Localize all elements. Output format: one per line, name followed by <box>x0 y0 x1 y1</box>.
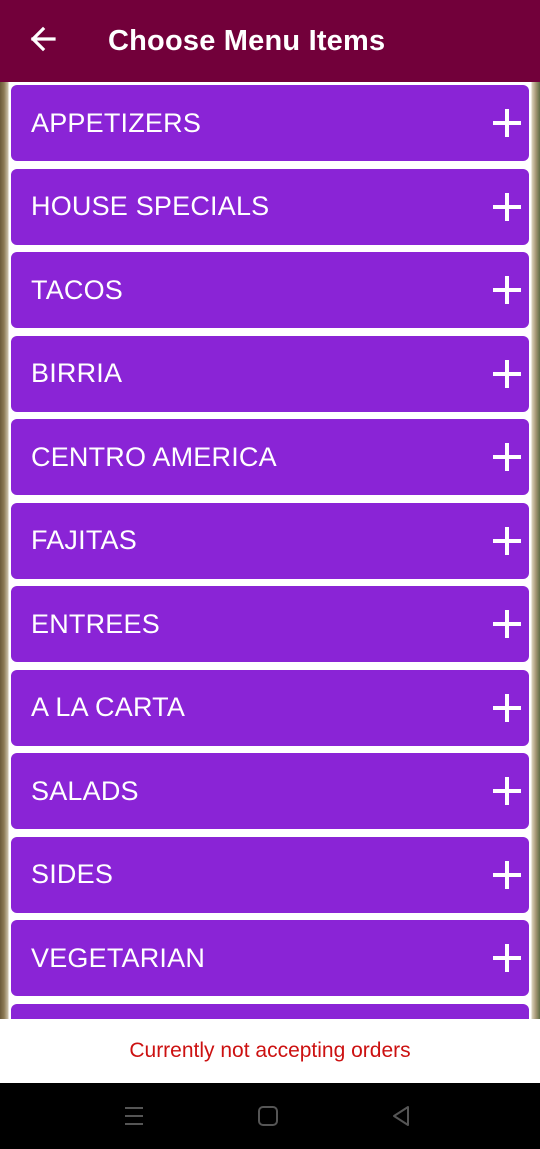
home-button[interactable] <box>254 1103 282 1129</box>
category-item[interactable]: VEGETARIAN <box>11 920 529 996</box>
category-item[interactable]: APPETIZERS <box>11 85 529 161</box>
app-bar: Choose Menu Items <box>0 0 540 82</box>
plus-icon[interactable] <box>493 443 521 471</box>
plus-icon[interactable] <box>493 276 521 304</box>
category-label: ENTREES <box>31 608 160 639</box>
category-item[interactable]: TACOS <box>11 252 529 328</box>
recent-apps-icon <box>120 1107 148 1133</box>
category-item[interactable]: SALADS <box>11 753 529 829</box>
category-label: VEGETARIAN <box>31 942 206 973</box>
category-label: SIDES <box>31 859 114 889</box>
category-label: CENTRO AMERICA <box>31 441 277 472</box>
category-label: FAJITAS <box>31 525 137 555</box>
category-list: APPETIZERS HOUSE SPECIALS TACOS BIRRIA CENTR… <box>11 85 529 1019</box>
category-item[interactable]: A LA CARTA <box>11 669 529 746</box>
category-item[interactable]: SIDES <box>11 836 529 913</box>
order-status-message: Currently not accepting orders <box>129 1039 411 1062</box>
plus-icon[interactable] <box>493 359 521 388</box>
plus-icon[interactable] <box>493 192 521 221</box>
back-triangle-icon <box>388 1106 416 1133</box>
plus-icon[interactable] <box>493 693 521 722</box>
category-label: SALADS <box>31 775 139 806</box>
system-back-button[interactable] <box>388 1103 416 1129</box>
plus-icon[interactable] <box>493 944 521 972</box>
system-navigation-bar <box>0 1083 540 1149</box>
category-label: A LA CARTA <box>31 692 186 722</box>
plus-icon[interactable] <box>493 777 521 805</box>
home-icon <box>254 1106 282 1133</box>
plus-icon[interactable] <box>493 860 521 889</box>
category-label: APPETIZERS <box>31 107 202 138</box>
plus-icon[interactable] <box>493 610 521 638</box>
recent-apps-button[interactable] <box>120 1103 148 1129</box>
category-item[interactable] <box>11 1003 529 1019</box>
category-item[interactable]: HOUSE SPECIALS <box>11 168 529 245</box>
plus-icon[interactable] <box>493 109 521 137</box>
category-label: TACOS <box>31 274 124 305</box>
arrow-left-icon <box>29 25 57 58</box>
category-item[interactable]: CENTRO AMERICA <box>11 419 529 495</box>
menu-category-area[interactable]: APPETIZERS HOUSE SPECIALS TACOS BIRRIA CENTR… <box>0 82 540 1019</box>
page-title: Choose Menu Items <box>108 25 386 57</box>
category-label: HOUSE SPECIALS <box>31 191 270 221</box>
category-item[interactable]: BIRRIA <box>11 335 529 412</box>
category-label: BIRRIA <box>31 358 123 388</box>
back-button[interactable] <box>24 22 62 60</box>
category-item[interactable]: ENTREES <box>11 586 529 662</box>
screen: Choose Menu Items APPETIZERS HOUSE SPECIA… <box>0 0 540 1149</box>
plus-icon[interactable] <box>493 526 521 555</box>
order-status-bar: Currently not accepting orders <box>0 1019 540 1083</box>
category-item[interactable]: FAJITAS <box>11 502 529 579</box>
